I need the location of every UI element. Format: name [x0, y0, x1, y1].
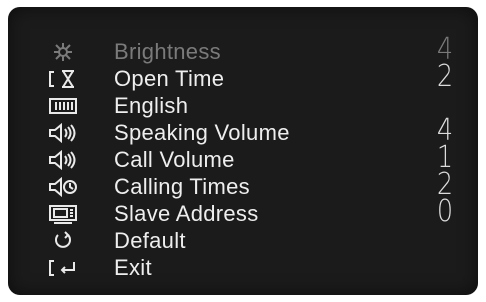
speaker-clock-icon [46, 174, 80, 200]
menu-item-value [432, 224, 458, 254]
sun-icon [46, 39, 80, 65]
call-speaker-icon [46, 147, 80, 173]
reset-icon [46, 228, 80, 254]
exit-icon [46, 255, 80, 281]
menu-item-label: English [114, 93, 189, 118]
language-icon [46, 93, 80, 119]
menu-item-slave-address[interactable]: Slave Address 0 [8, 197, 478, 227]
hourglass-bracket-icon [46, 66, 80, 92]
menu-item-label: Default [114, 228, 186, 253]
menu-item-speaking-volume[interactable]: Speaking Volume 4 [8, 116, 478, 146]
menu-item-default[interactable]: Default [8, 228, 478, 254]
menu-item-value: 0 [436, 194, 454, 229]
menu-item-label: Calling Times [114, 174, 250, 199]
lcd-screen: Brightness 4 Open Time 2 English Speakin… [8, 7, 478, 295]
menu-item-label: Exit [114, 255, 152, 280]
menu-item-calling-times[interactable]: Calling Times 2 [8, 170, 478, 200]
speaker-icon [46, 120, 80, 146]
menu-item-label: Speaking Volume [114, 120, 290, 145]
menu-item-label: Slave Address [114, 201, 259, 226]
menu-item-label: Call Volume [114, 147, 235, 172]
menu-item-brightness[interactable]: Brightness 4 [8, 35, 478, 65]
menu-item-exit[interactable]: Exit [8, 255, 478, 281]
menu-item-open-time[interactable]: Open Time 2 [8, 62, 478, 92]
menu-item-value: 2 [436, 59, 454, 94]
menu-item-label: Brightness [114, 39, 221, 64]
menu-item-call-volume[interactable]: Call Volume 1 [8, 143, 478, 173]
menu-item-label: Open Time [114, 66, 225, 91]
device-icon [46, 201, 80, 227]
menu-item-value [432, 251, 458, 281]
menu-item-english[interactable]: English [8, 93, 478, 119]
